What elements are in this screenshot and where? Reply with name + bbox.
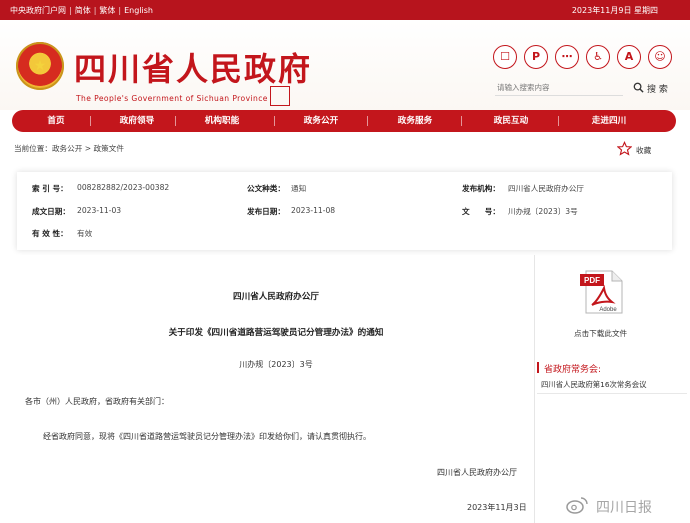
watermark-text: 四川日报 — [596, 500, 652, 516]
site-subtitle: The People's Government of Sichuan Provi… — [76, 94, 268, 103]
network-icon[interactable]: ⋯ — [555, 45, 579, 69]
meta-category-value: 通知 — [291, 184, 307, 193]
download-file-link[interactable]: 点击下载此文件 — [574, 328, 627, 339]
top-links: 中央政府门户网 | 简体 | 繁体 | English — [10, 5, 153, 16]
accessibility-icon[interactable]: ♿ — [586, 45, 610, 69]
nav-divider — [461, 116, 462, 126]
link-simplified[interactable]: 简体 — [75, 5, 91, 16]
nav-divider — [175, 116, 176, 126]
pdf-download-icon[interactable]: PDF Adobe — [578, 270, 624, 314]
link-traditional[interactable]: 繁体 — [99, 5, 115, 16]
doc-body: 经省政府同意，现将《四川省道路营运驾驶员记分管理办法》印发给你们，请认真贯彻执行… — [43, 432, 371, 441]
meta-index-label: 索 引 号： — [32, 184, 68, 193]
nav-institutions[interactable]: 机构职能 — [185, 110, 259, 132]
top-bar: 中央政府门户网 | 简体 | 繁体 | English 2023年11月9日 星期四 — [0, 0, 690, 20]
adobe-text: Adobe — [599, 307, 617, 313]
nav-divider — [367, 116, 368, 126]
nav-about-sichuan[interactable]: 走进四川 — [572, 110, 646, 132]
adobe-icon[interactable]: A — [617, 45, 641, 69]
meta-docno-label: 文 号： — [462, 207, 500, 216]
favorite-label: 收藏 — [636, 146, 652, 155]
meta-created-value: 2023-11-03 — [77, 206, 122, 215]
nav-home[interactable]: 首页 — [32, 110, 80, 132]
meta-validity-value: 有效 — [77, 229, 93, 238]
link-english[interactable]: English — [124, 6, 153, 15]
nav-divider — [558, 116, 559, 126]
document-meta: 索 引 号： 008282882/2023-00382 公文种类： 通知 发布机… — [17, 172, 672, 250]
link-central-gov[interactable]: 中央政府门户网 — [10, 5, 66, 16]
site-title[interactable]: 四川省人民政府 — [74, 44, 312, 90]
doc-date: 2023年11月3日 — [467, 503, 527, 512]
search-button[interactable]: 搜 索 — [647, 82, 668, 95]
senior-icon[interactable]: ☺ — [648, 45, 672, 69]
meta-docno-value: 川办规〔2023〕3号 — [508, 207, 578, 216]
star-outline-icon — [617, 141, 632, 156]
nav-gov-affairs[interactable]: 政务公开 — [284, 110, 358, 132]
nav-divider — [90, 116, 91, 126]
sidebar-section-title: 省政府常务会: — [544, 365, 602, 375]
doc-title: 关于印发《四川省道路营运驾驶员记分管理办法》的通知 — [168, 328, 384, 338]
sidebar-meeting-link[interactable]: 四川省人民政府第16次常务会议 — [541, 379, 646, 390]
meta-publisher-value: 四川省人民政府办公厅 — [508, 184, 584, 193]
search-icon[interactable] — [633, 82, 644, 93]
doc-signature: 四川省人民政府办公厅 — [437, 468, 517, 477]
sichuan-seal-logo — [270, 86, 290, 106]
doc-number: 川办规〔2023〕3号 — [239, 360, 313, 369]
article-content: 四川省人民政府办公厅 关于印发《四川省道路营运驾驶员记分管理办法》的通知 川办规… — [17, 255, 535, 523]
separator: | — [93, 6, 97, 15]
header-icon-group: ☐ P ⋯ ♿ A ☺ — [493, 45, 673, 71]
meta-published-label: 发布日期： — [247, 207, 285, 216]
current-date: 2023年11月9日 星期四 — [571, 6, 658, 15]
main-nav: 首页 政府领导 机构职能 政务公开 政务服务 政民互动 走进四川 — [12, 110, 676, 132]
breadcrumb[interactable]: 当前位置：政务公开 > 政策文件 — [14, 143, 124, 154]
star-icon: ★ — [33, 58, 47, 74]
search-bar: 搜 索 — [495, 80, 673, 96]
nav-gov-leaders[interactable]: 政府领导 — [100, 110, 174, 132]
doc-issuer: 四川省人民政府办公厅 — [233, 292, 319, 302]
nav-services[interactable]: 政务服务 — [378, 110, 452, 132]
weibo-logo-icon — [566, 497, 588, 514]
separator: | — [118, 6, 122, 15]
meta-published-value: 2023-11-08 — [291, 206, 336, 215]
national-emblem-icon[interactable]: ★ — [16, 42, 64, 90]
nav-interaction[interactable]: 政民互动 — [474, 110, 548, 132]
meta-category-label: 公文种类： — [247, 184, 285, 193]
separator: | — [69, 6, 72, 15]
meta-publisher-label: 发布机构： — [462, 184, 500, 193]
phone-icon[interactable]: ☐ — [493, 45, 517, 69]
search-input[interactable] — [495, 80, 623, 96]
nav-divider — [274, 116, 275, 126]
pinterest-icon[interactable]: P — [524, 45, 548, 69]
divider — [537, 393, 687, 394]
meta-index-value: 008282882/2023-00382 — [77, 183, 170, 192]
pdf-badge-text: PDF — [584, 276, 600, 285]
meta-created-label: 成文日期： — [32, 207, 70, 216]
meta-validity-label: 有 效 性： — [32, 229, 68, 238]
doc-recipient: 各市（州）人民政府，省政府有关部门： — [25, 397, 169, 406]
